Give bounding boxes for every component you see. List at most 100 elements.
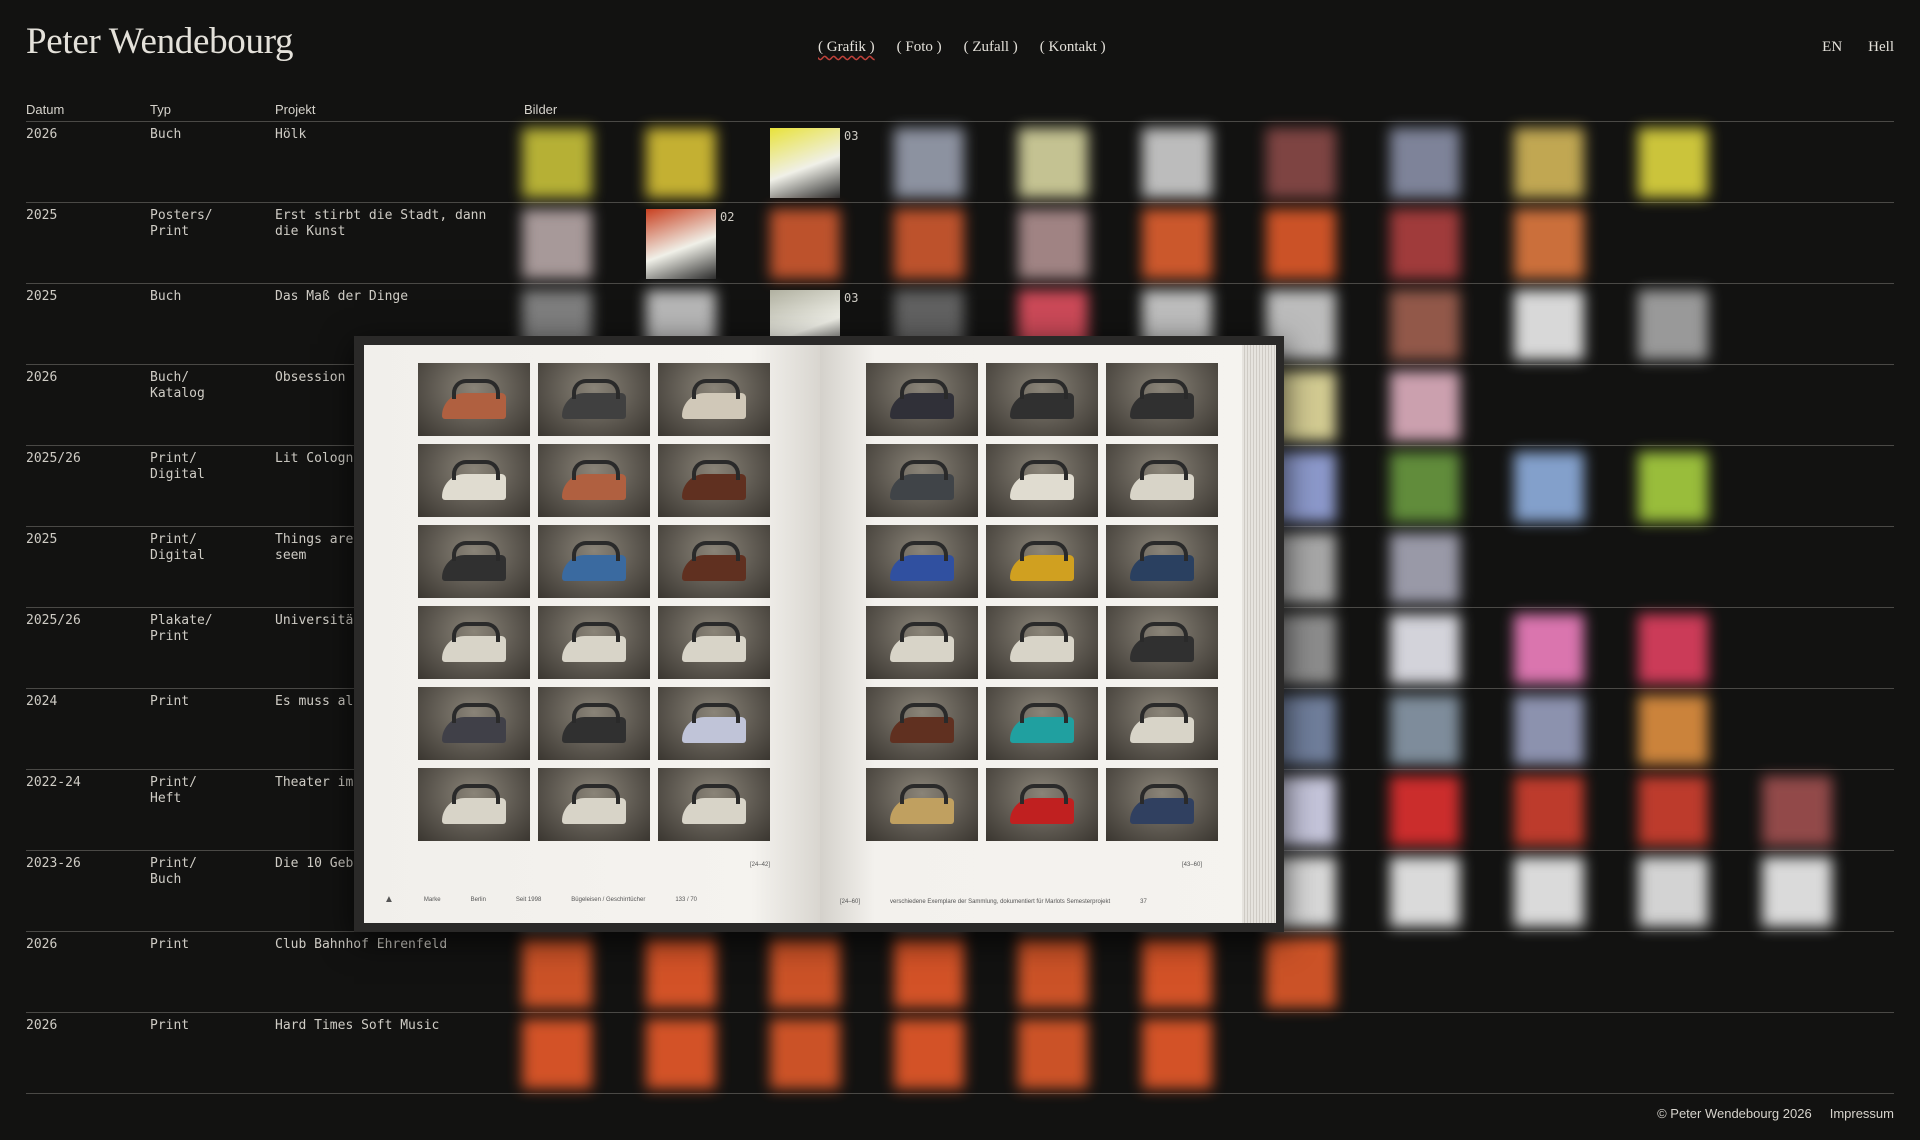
thumbnail-image[interactable] xyxy=(1390,128,1460,198)
thumbnail-image[interactable] xyxy=(1266,209,1336,279)
thumbnail-image[interactable] xyxy=(646,1019,716,1089)
thumbnail-image[interactable] xyxy=(1390,695,1460,765)
iron-photo xyxy=(418,687,530,760)
nav-grafik[interactable]: ( Grafik ) xyxy=(818,39,875,56)
thumbnail-image[interactable] xyxy=(1514,209,1584,279)
thumbnail-image[interactable] xyxy=(522,209,592,279)
row-project: Club Bahnhof Ehrenfeld xyxy=(275,937,448,952)
thumbnail-image[interactable] xyxy=(1142,209,1212,279)
row-date: 2022-24 xyxy=(26,775,81,790)
thumbnail-image[interactable] xyxy=(1266,938,1336,1008)
header-type[interactable]: Typ xyxy=(150,102,171,117)
thumbnail-image[interactable] xyxy=(646,938,716,1008)
thumbnail-image[interactable] xyxy=(1638,128,1708,198)
thumbnail-image[interactable] xyxy=(1142,128,1212,198)
thumbnail-image[interactable] xyxy=(1638,695,1708,765)
table-row[interactable]: 2026 Print Hard Times Soft Music xyxy=(26,1013,1894,1094)
header-images: Bilder xyxy=(524,102,558,117)
nav-foto[interactable]: ( Foto ) xyxy=(897,39,942,56)
iron-photo xyxy=(866,768,978,841)
thumbnail-image[interactable] xyxy=(1018,1019,1088,1089)
thumbnail-image[interactable] xyxy=(1762,857,1832,927)
thumbnail-image[interactable] xyxy=(1390,452,1460,522)
site-title[interactable]: Peter Wendebourg xyxy=(26,20,294,63)
thumbnail-image[interactable] xyxy=(1638,452,1708,522)
page-edges xyxy=(1242,345,1276,923)
thumbnail-image[interactable] xyxy=(1762,776,1832,846)
thumbnail-image[interactable] xyxy=(1390,533,1460,603)
thumbnail-image[interactable] xyxy=(1514,452,1584,522)
iron-icon xyxy=(1130,703,1194,743)
thumbnail-image[interactable] xyxy=(1514,776,1584,846)
thumbnail-image[interactable] xyxy=(1390,290,1460,360)
book-preview[interactable]: [24–42] ▲ Marke Berlin Seit 1998 Bügeleisen… xyxy=(354,336,1284,932)
thumbnail-image[interactable] xyxy=(1142,1019,1212,1089)
thumbnail-image[interactable] xyxy=(894,938,964,1008)
thumbnail-image[interactable] xyxy=(522,938,592,1008)
thumbnail-image[interactable] xyxy=(1390,209,1460,279)
iron-icon xyxy=(682,784,746,824)
thumbnail-image[interactable] xyxy=(770,1019,840,1089)
header-date[interactable]: Datum xyxy=(26,102,64,117)
thumbnail-image[interactable] xyxy=(646,128,716,198)
thumbnail-image[interactable] xyxy=(894,209,964,279)
thumbnail-image[interactable] xyxy=(646,209,716,279)
copyright: © Peter Wendebourg 2026 xyxy=(1657,1106,1812,1121)
row-type: Buch xyxy=(150,127,182,142)
thumbnail-image[interactable] xyxy=(1638,776,1708,846)
row-type: Print/ Buch xyxy=(150,856,197,887)
iron-photo xyxy=(986,444,1098,517)
image-count: 02 xyxy=(720,210,735,224)
iron-icon xyxy=(442,703,506,743)
thumbnail-image[interactable] xyxy=(770,209,840,279)
thumbnail-image[interactable] xyxy=(1142,938,1212,1008)
table-row[interactable]: 2025 Posters/ Print Erst stirbt die Stadt,… xyxy=(26,203,1894,284)
iron-photo xyxy=(866,444,978,517)
table-row[interactable]: 2026 Buch Hölk 03 xyxy=(26,122,1894,203)
utility-nav: EN Hell xyxy=(1822,39,1894,56)
thumbnail-image[interactable] xyxy=(894,128,964,198)
iron-icon xyxy=(1130,541,1194,581)
iron-photo xyxy=(658,444,770,517)
thumbnail-image[interactable] xyxy=(1514,857,1584,927)
thumbnail-image[interactable] xyxy=(1018,938,1088,1008)
iron-photo xyxy=(538,606,650,679)
thumbnail-image[interactable] xyxy=(1514,695,1584,765)
thumbnail-image[interactable] xyxy=(894,1019,964,1089)
thumbnail-image[interactable] xyxy=(1638,857,1708,927)
thumbnail-image[interactable] xyxy=(1390,857,1460,927)
iron-icon xyxy=(1130,784,1194,824)
thumbnail-image[interactable] xyxy=(522,128,592,198)
row-type: Print xyxy=(150,1018,190,1033)
iron-icon xyxy=(1130,460,1194,500)
thumbnail-image[interactable] xyxy=(1266,128,1336,198)
thumbnail-image[interactable] xyxy=(1514,614,1584,684)
row-type: Buch/ Katalog xyxy=(150,370,205,401)
thumbnail-image[interactable] xyxy=(1514,290,1584,360)
thumbnail-image[interactable] xyxy=(522,1019,592,1089)
thumbnail-image[interactable] xyxy=(1390,371,1460,441)
iron-icon xyxy=(890,379,954,419)
iron-photo xyxy=(658,363,770,436)
nav-kontakt[interactable]: ( Kontakt ) xyxy=(1040,39,1106,56)
theme-toggle[interactable]: Hell xyxy=(1868,39,1894,56)
thumbnail-image[interactable] xyxy=(1018,209,1088,279)
thumbnail-image[interactable] xyxy=(770,128,840,198)
language-toggle[interactable]: EN xyxy=(1822,39,1842,56)
thumbnail-image[interactable] xyxy=(1638,290,1708,360)
iron-icon xyxy=(562,784,626,824)
table-row[interactable]: 2026 Print Club Bahnhof Ehrenfeld xyxy=(26,932,1894,1013)
thumbnail-image[interactable] xyxy=(1390,776,1460,846)
thumbnail-image[interactable] xyxy=(1514,128,1584,198)
thumbnail-image[interactable] xyxy=(1390,614,1460,684)
header-project[interactable]: Projekt xyxy=(275,102,315,117)
row-date: 2025 xyxy=(26,532,58,547)
iron-photo xyxy=(1106,444,1218,517)
thumbnail-image[interactable] xyxy=(1018,128,1088,198)
row-type: Print/ Digital xyxy=(150,451,205,482)
nav-zufall[interactable]: ( Zufall ) xyxy=(964,39,1018,56)
thumbnail-image[interactable] xyxy=(1638,614,1708,684)
page-range-right: [43–60] xyxy=(1182,862,1203,868)
imprint-link[interactable]: Impressum xyxy=(1830,1106,1894,1121)
thumbnail-image[interactable] xyxy=(770,938,840,1008)
